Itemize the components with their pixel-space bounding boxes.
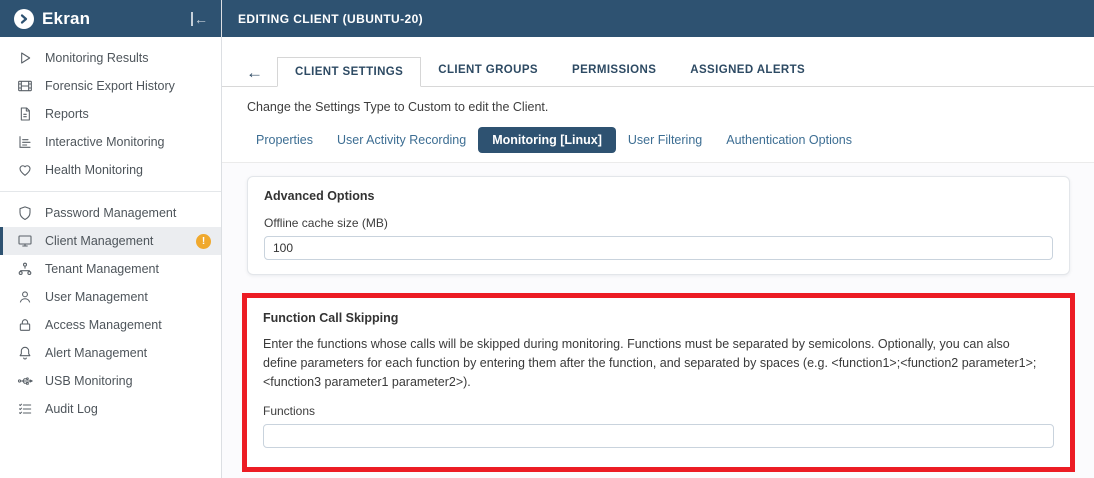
sidebar-item-forensic-export-history[interactable]: Forensic Export History <box>0 72 221 100</box>
subtab-authentication-options[interactable]: Authentication Options <box>714 127 864 153</box>
sidebar-item-label: Interactive Monitoring <box>45 135 165 149</box>
function-call-skipping-title: Function Call Skipping <box>263 311 1054 325</box>
function-call-skipping-description: Enter the functions whose calls will be … <box>263 335 1054 391</box>
sidebar-item-audit-log[interactable]: Audit Log <box>0 395 221 423</box>
sidebar-item-label: Access Management <box>45 318 162 332</box>
film-icon <box>17 78 33 94</box>
sidebar-item-label: USB Monitoring <box>45 374 133 388</box>
heart-icon <box>17 162 33 178</box>
sidebar-item-label: Alert Management <box>45 346 147 360</box>
sidebar-item-label: Tenant Management <box>45 262 159 276</box>
sidebar-item-client-management[interactable]: Client Management ! <box>0 227 221 255</box>
warning-badge: ! <box>196 234 211 249</box>
tab-bar: ← CLIENT SETTINGS CLIENT GROUPS PERMISSI… <box>222 57 1094 87</box>
sidebar-item-label: Client Management <box>45 234 153 248</box>
sitemap-icon <box>17 261 33 277</box>
sidebar-item-label: Monitoring Results <box>45 51 149 65</box>
offline-cache-size-input[interactable] <box>264 236 1053 260</box>
monitor-icon <box>17 233 33 249</box>
play-icon <box>17 50 33 66</box>
tab-client-settings[interactable]: CLIENT SETTINGS <box>277 57 421 87</box>
function-call-skipping-card: Function Call Skipping Enter the functio… <box>247 298 1070 467</box>
settings-type-notice: Change the Settings Type to Custom to ed… <box>247 100 1094 114</box>
sidebar-item-usb-monitoring[interactable]: USB Monitoring <box>0 367 221 395</box>
advanced-options-card: Advanced Options Offline cache size (MB) <box>247 176 1070 275</box>
functions-label: Functions <box>263 404 1054 418</box>
sidebar-item-health-monitoring[interactable]: Health Monitoring <box>0 156 221 184</box>
sidebar-item-label: User Management <box>45 290 148 304</box>
page-header: EDITING CLIENT (UBUNTU-20) <box>222 0 1094 37</box>
sidebar-item-label: Password Management <box>45 206 176 220</box>
subtab-monitoring-linux[interactable]: Monitoring [Linux] <box>478 127 616 153</box>
main-area: EDITING CLIENT (UBUNTU-20) ← CLIENT SETT… <box>222 0 1094 478</box>
sidebar-item-label: Audit Log <box>45 402 98 416</box>
settings-panel-area: Advanced Options Offline cache size (MB)… <box>222 163 1094 478</box>
sidebar-divider <box>0 191 221 192</box>
ekran-logo[interactable]: Ekran <box>14 9 191 29</box>
sidebar-item-alert-management[interactable]: Alert Management <box>0 339 221 367</box>
sidebar-item-monitoring-results[interactable]: Monitoring Results <box>0 44 221 72</box>
page-title: EDITING CLIENT (UBUNTU-20) <box>238 12 423 26</box>
sidebar-item-password-management[interactable]: Password Management <box>0 199 221 227</box>
brand-name: Ekran <box>42 9 90 29</box>
offline-cache-size-label: Offline cache size (MB) <box>264 216 1053 230</box>
subtab-bar: Properties User Activity Recording Monit… <box>244 127 1094 153</box>
app-window: Ekran ← Monitoring Results Forensic Expo… <box>0 0 1094 478</box>
collapse-sidebar-icon[interactable]: ← <box>191 12 208 26</box>
tab-assigned-alerts[interactable]: ASSIGNED ALERTS <box>673 56 822 86</box>
sidebar-item-label: Health Monitoring <box>45 163 143 177</box>
usb-icon <box>17 373 33 389</box>
checklist-icon <box>17 401 33 417</box>
sidebar-item-user-management[interactable]: User Management <box>0 283 221 311</box>
sidebar-item-reports[interactable]: Reports <box>0 100 221 128</box>
sidebar-item-tenant-management[interactable]: Tenant Management <box>0 255 221 283</box>
bar-chart-icon <box>17 134 33 150</box>
advanced-options-title: Advanced Options <box>264 189 1053 203</box>
tab-client-groups[interactable]: CLIENT GROUPS <box>421 56 555 86</box>
sidebar-menu: Monitoring Results Forensic Export Histo… <box>0 37 221 423</box>
chevron-circle-icon <box>14 9 34 29</box>
sidebar-header: Ekran ← <box>0 0 221 37</box>
highlight-red-border: Function Call Skipping Enter the functio… <box>242 293 1075 472</box>
tab-permissions[interactable]: PERMISSIONS <box>555 56 673 86</box>
bell-icon <box>17 345 33 361</box>
subtab-user-activity-recording[interactable]: User Activity Recording <box>325 127 478 153</box>
sidebar: Ekran ← Monitoring Results Forensic Expo… <box>0 0 222 478</box>
report-icon <box>17 106 33 122</box>
subtab-properties[interactable]: Properties <box>244 127 325 153</box>
sidebar-item-label: Forensic Export History <box>45 79 175 93</box>
sidebar-item-interactive-monitoring[interactable]: Interactive Monitoring <box>0 128 221 156</box>
shield-icon <box>17 205 33 221</box>
lock-icon <box>17 317 33 333</box>
user-icon <box>17 289 33 305</box>
sidebar-item-access-management[interactable]: Access Management <box>0 311 221 339</box>
sidebar-item-label: Reports <box>45 107 89 121</box>
functions-input[interactable] <box>263 424 1054 448</box>
subtab-user-filtering[interactable]: User Filtering <box>616 127 714 153</box>
back-arrow-icon[interactable]: ← <box>246 60 263 86</box>
